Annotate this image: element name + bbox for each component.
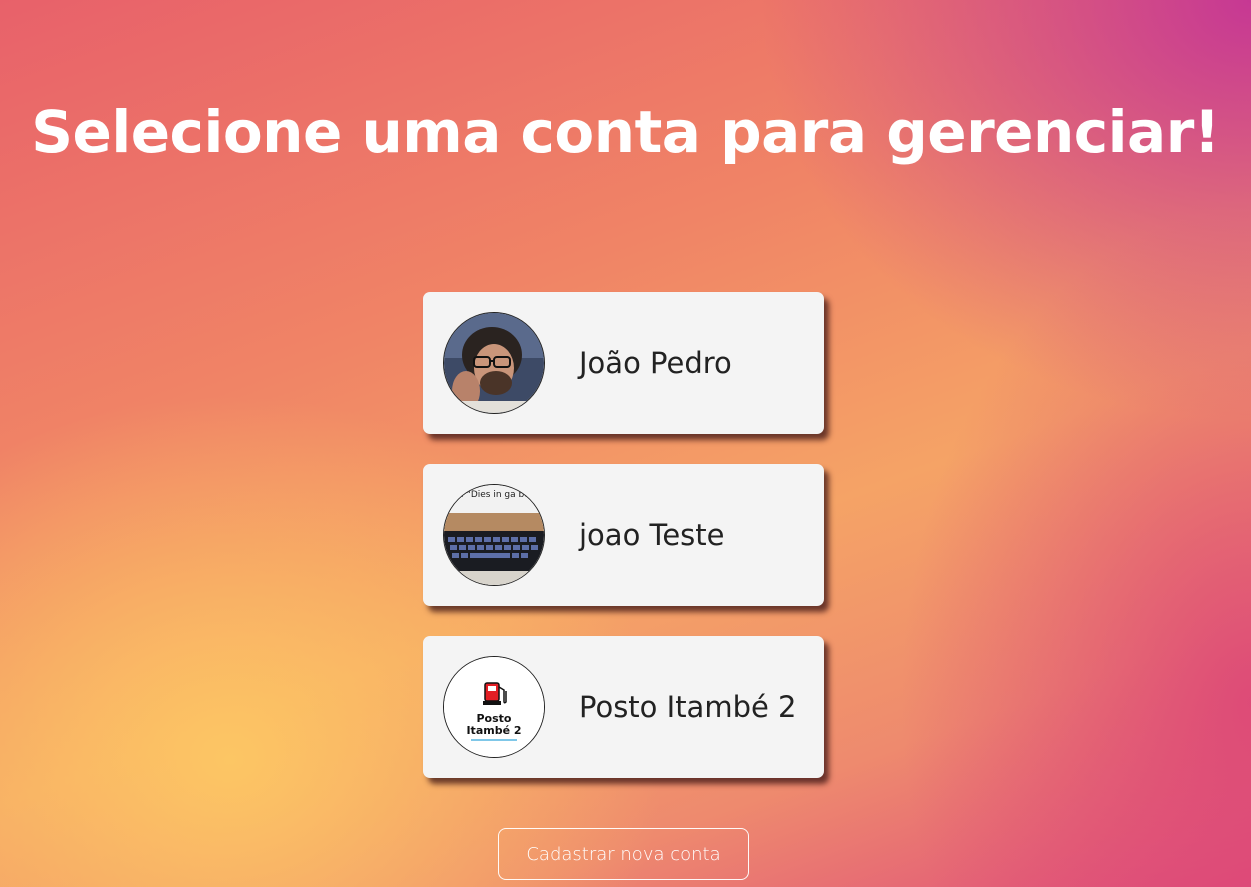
account-name: Posto Itambé 2: [579, 690, 797, 724]
avatar-caption: her: "Dies in ga board:: [446, 490, 544, 500]
fuel-pump-logo-icon: Posto Itambé 2: [443, 656, 545, 758]
account-card-posto-itambe-2[interactable]: Posto Itambé 2 Posto Itambé 2: [423, 636, 824, 778]
account-card-joao-pedro[interactable]: João Pedro: [423, 292, 824, 434]
logo-text-line-2: Itambé 2: [466, 724, 521, 737]
page-title: Selecione uma conta para gerenciar!: [31, 98, 1220, 166]
new-account-button[interactable]: Cadastrar nova conta: [498, 828, 749, 880]
profile-photo-icon: [443, 312, 545, 414]
keyboard-photo-icon: her: "Dies in ga board:: [443, 484, 545, 586]
account-name: joao Teste: [579, 518, 725, 552]
account-name: João Pedro: [579, 346, 732, 380]
account-card-joao-teste[interactable]: her: "Dies in ga board: joao Teste: [423, 464, 824, 606]
account-list: João Pedro her: "Dies in ga board: joao …: [423, 292, 824, 808]
